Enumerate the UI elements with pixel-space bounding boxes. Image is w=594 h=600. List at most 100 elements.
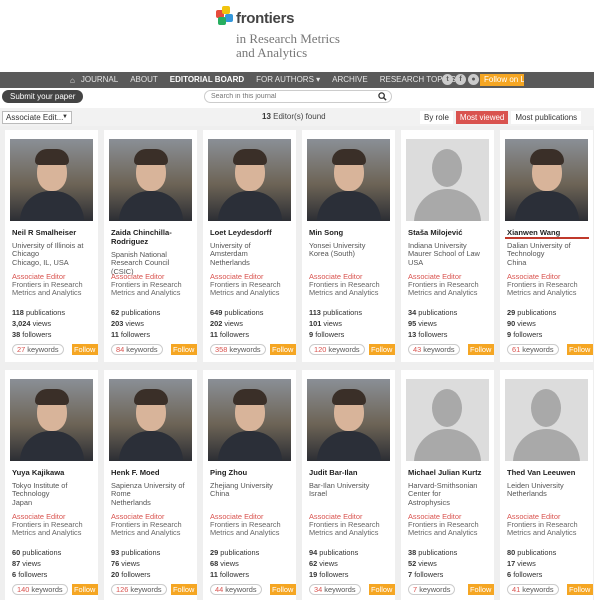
editor-name[interactable]: Henk F. Moed (111, 468, 195, 477)
user-icon[interactable]: ● (468, 74, 479, 85)
default-avatar-icon[interactable] (505, 379, 588, 461)
editor-actions: 84 keywords Follow (111, 344, 197, 355)
submit-paper-button[interactable]: Submit your paper (2, 90, 84, 103)
keywords-button[interactable]: 34 keywords (309, 584, 361, 595)
keywords-button[interactable]: 27 keywords (12, 344, 64, 355)
follow-button[interactable]: Follow (468, 344, 494, 355)
nav-item-archive[interactable]: ARCHIVE (326, 72, 374, 88)
keywords-button[interactable]: 7 keywords (408, 584, 456, 595)
brand-name: frontiers (236, 10, 295, 27)
editor-name[interactable]: Zaida Chinchilla-Rodriguez (111, 228, 195, 246)
keywords-button[interactable]: 43 keywords (408, 344, 460, 355)
follow-button[interactable]: Follow (72, 584, 98, 595)
keywords-button[interactable]: 61 keywords (507, 344, 559, 355)
editor-card[interactable]: Zaida Chinchilla-Rodriguez Spanish Nation… (104, 130, 197, 362)
follow-on-linkedin-button[interactable]: Follow on Li (480, 74, 524, 86)
editor-photo[interactable] (208, 139, 291, 221)
nav-item-about[interactable]: ABOUT (124, 72, 164, 88)
role-dropdown[interactable]: Associate Edit... ▼ (2, 111, 72, 124)
nav-item-journal[interactable]: JOURNAL (75, 72, 124, 88)
follow-button[interactable]: Follow (72, 344, 98, 355)
search-field[interactable] (204, 90, 392, 103)
follow-button[interactable]: Follow (171, 344, 197, 355)
editor-card[interactable]: Neil R Smalheiser University of Illinois … (5, 130, 98, 362)
follow-button[interactable]: Follow (567, 344, 593, 355)
editor-photo[interactable] (307, 139, 390, 221)
editor-name[interactable]: Min Song (309, 228, 393, 237)
editor-name[interactable]: Thed Van Leeuwen (507, 468, 591, 477)
keywords-button[interactable]: 84 keywords (111, 344, 163, 355)
editor-name[interactable]: Judit Bar-Ilan (309, 468, 393, 477)
follow-button[interactable]: Follow (270, 344, 296, 355)
stat-followers: 9 followers (309, 330, 345, 339)
stat-views: 95 views (408, 319, 437, 328)
editor-card[interactable]: Loet Leydesdorff University of Amsterdam Ne… (203, 130, 296, 362)
nav-item-for-authors[interactable]: FOR AUTHORS ▾ (250, 72, 326, 88)
toolbar: Submit your paper (0, 90, 594, 104)
editor-journal: Frontiers in Research Metrics and Analyti… (111, 280, 182, 298)
follow-button[interactable]: Follow (270, 584, 296, 595)
editor-grid: Neil R Smalheiser University of Illinois … (0, 126, 594, 600)
editor-photo[interactable] (109, 139, 192, 221)
follow-button[interactable]: Follow (369, 344, 395, 355)
nav-item-editorial-board[interactable]: EDITORIAL BOARD (164, 72, 250, 88)
editor-card[interactable]: Staša Milojević Indiana University Maurer … (401, 130, 494, 362)
editor-photo[interactable] (208, 379, 291, 461)
editor-card[interactable]: Henk F. Moed Sapienza University of Rome Ne… (104, 370, 197, 600)
follow-button[interactable]: Follow (468, 584, 494, 595)
editor-stats: 93 publications 76 views 20 followers (111, 547, 195, 580)
editor-name[interactable]: Loet Leydesdorff (210, 228, 294, 237)
default-avatar-icon[interactable] (406, 139, 489, 221)
facebook-icon[interactable]: f (455, 74, 466, 85)
search-input[interactable] (205, 91, 375, 102)
search-icon[interactable] (378, 92, 387, 101)
stat-publications: 118 publications (12, 308, 66, 317)
editor-affiliation: Dalian University of Technology China (507, 241, 571, 267)
result-count: 13 Editor(s) found (262, 112, 326, 121)
sort-by-role[interactable]: By role (420, 111, 453, 124)
stat-followers: 13 followers (408, 330, 448, 339)
follow-button[interactable]: Follow (567, 584, 593, 595)
keywords-button[interactable]: 358 keywords (210, 344, 266, 355)
brand-logo[interactable]: frontiers in Research Metrics and Analyt… (216, 6, 436, 66)
sort-most-publications[interactable]: Most publications (511, 111, 582, 124)
editor-photo[interactable] (109, 379, 192, 461)
stat-views: 203 views (111, 319, 144, 328)
editor-card[interactable]: Yuya Kajikawa Tokyo Institute of Technolog… (5, 370, 98, 600)
editor-stats: 649 publications 202 views 11 followers (210, 307, 294, 340)
sort-most-viewed[interactable]: Most viewed (455, 111, 509, 124)
stat-followers: 6 followers (12, 570, 48, 579)
editor-affiliation: Sapienza University of Rome Netherlands (111, 481, 185, 507)
editor-card[interactable]: Min Song Yonsei University Korea (South) As… (302, 130, 395, 362)
editor-card[interactable]: Michael Julian Kurtz Harvard-Smithsonian C… (401, 370, 494, 600)
follow-button[interactable]: Follow (369, 584, 395, 595)
twitter-icon[interactable]: t (442, 74, 453, 85)
keywords-button[interactable]: 126 keywords (111, 584, 167, 595)
editor-card[interactable]: Judit Bar-Ilan Bar-Ilan University Israel A… (302, 370, 395, 600)
keywords-button[interactable]: 120 keywords (309, 344, 365, 355)
editor-journal: Frontiers in Research Metrics and Analyti… (111, 520, 182, 538)
editor-photo[interactable] (307, 379, 390, 461)
keywords-button[interactable]: 44 keywords (210, 584, 262, 595)
editor-name[interactable]: Neil R Smalheiser (12, 228, 96, 237)
editor-card[interactable]: Ping Zhou Zhejiang University China Associa… (203, 370, 296, 600)
editor-name[interactable]: Ping Zhou (210, 468, 294, 477)
editor-actions: 61 keywords Follow (507, 344, 593, 355)
editor-card[interactable]: Thed Van Leeuwen Leiden University Netherl… (500, 370, 593, 600)
editor-photo[interactable] (10, 379, 93, 461)
stat-views: 17 views (507, 559, 536, 568)
editor-name[interactable]: Xianwen Wang (507, 228, 591, 237)
editor-photo[interactable] (10, 139, 93, 221)
editor-card[interactable]: Xianwen Wang Dalian University of Technolo… (500, 130, 593, 362)
stat-publications: 649 publications (210, 308, 264, 317)
editor-name[interactable]: Yuya Kajikawa (12, 468, 96, 477)
default-avatar-icon[interactable] (406, 379, 489, 461)
editor-name[interactable]: Staša Milojević (408, 228, 492, 237)
stat-publications: 34 publications (408, 308, 458, 317)
editor-affiliation: Zhejiang University China (210, 481, 273, 499)
keywords-button[interactable]: 140 keywords (12, 584, 68, 595)
keywords-button[interactable]: 41 keywords (507, 584, 559, 595)
editor-photo[interactable] (505, 139, 588, 221)
editor-name[interactable]: Michael Julian Kurtz (408, 468, 492, 477)
follow-button[interactable]: Follow (171, 584, 197, 595)
